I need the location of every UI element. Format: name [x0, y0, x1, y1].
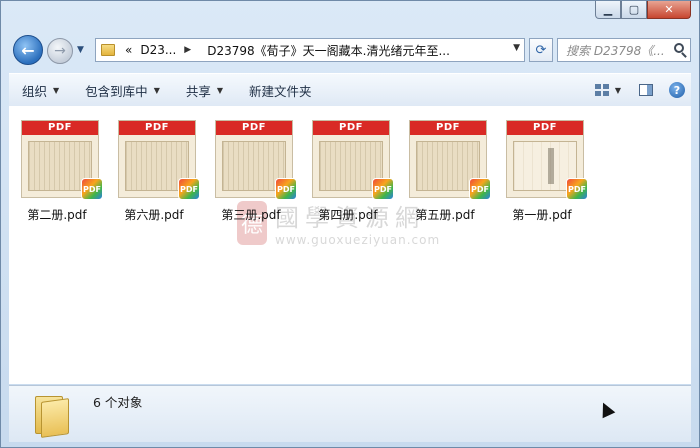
item-count: 6 个对象 [93, 395, 143, 410]
share-menu[interactable]: 共享 ▼ [173, 74, 236, 106]
back-button[interactable]: ← [13, 35, 43, 65]
minimize-button[interactable]: ▁ [595, 1, 621, 19]
folder-icon [31, 394, 71, 438]
caption-buttons: ▁ ▢ ✕ [595, 1, 691, 19]
file-item[interactable]: PDF PDF 第五册.pdf [399, 116, 491, 226]
toolbar-right: ▼ ? [594, 74, 691, 106]
file-item[interactable]: PDF PDF 第六册.pdf [108, 116, 200, 226]
pdf-app-icon: PDF [275, 178, 297, 200]
explorer-window: ▁ ▢ ✕ ← → ▼ « D23... ▶ D23798《荀子》天一阁藏本.清… [0, 0, 700, 448]
file-item[interactable]: PDF PDF 第一册.pdf [496, 116, 588, 226]
file-item[interactable]: PDF PDF 第四册.pdf [302, 116, 394, 226]
chevron-down-icon: ▼ [153, 85, 160, 95]
preview-pane-icon[interactable] [639, 84, 653, 96]
file-name: 第六册.pdf [124, 208, 184, 222]
address-overflow[interactable]: « [125, 43, 132, 57]
close-button[interactable]: ✕ [647, 1, 691, 19]
share-label: 共享 [185, 83, 211, 99]
chevron-down-icon: ▼ [53, 85, 60, 95]
search-input[interactable]: 搜索 D23798《... [566, 42, 670, 59]
file-item[interactable]: PDF PDF 第二册.pdf [11, 116, 103, 226]
pdf-banner: PDF [216, 121, 292, 135]
pdf-app-icon: PDF [81, 178, 103, 200]
folder-icon [101, 44, 115, 56]
view-options-icon[interactable] [594, 84, 609, 96]
file-name: 第五册.pdf [415, 208, 475, 222]
pdf-app-icon: PDF [469, 178, 491, 200]
command-toolbar: 组织 ▼ 包含到库中 ▼ 共享 ▼ 新建文件夹 ▼ ? [9, 73, 691, 107]
watermark-url: www.guoxueziyuan.com [275, 233, 441, 247]
refresh-button[interactable]: ⟳ [529, 38, 553, 62]
pdf-banner: PDF [119, 121, 195, 135]
breadcrumb-parent[interactable]: D23... [140, 43, 176, 57]
help-icon[interactable]: ? [669, 82, 685, 98]
pdf-banner: PDF [22, 121, 98, 135]
pdf-banner: PDF [507, 121, 583, 135]
chevron-down-icon: ▼ [216, 85, 224, 95]
file-list[interactable]: 德 國學資源網 www.guoxueziyuan.com PDF PDF 第二册.p… [9, 106, 691, 384]
pdf-app-icon: PDF [566, 178, 588, 200]
breadcrumb-separator-icon[interactable]: ▶ [184, 45, 191, 55]
file-name: 第二册.pdf [27, 208, 87, 222]
pdf-app-icon: PDF [372, 178, 394, 200]
new-folder-button[interactable]: 新建文件夹 [236, 74, 325, 106]
navigation-bar: ← → ▼ « D23... ▶ D23798《荀子》天一阁藏本.清光绪元年至.… [9, 35, 691, 65]
address-dropdown-icon[interactable]: ▼ [513, 43, 520, 53]
search-box[interactable]: 搜索 D23798《... [557, 38, 691, 62]
include-in-library-menu[interactable]: 包含到库中 ▼ [72, 74, 173, 106]
pdf-banner: PDF [313, 121, 389, 135]
pdf-banner: PDF [410, 121, 486, 135]
organize-label: 组织 [22, 83, 48, 99]
new-folder-label: 新建文件夹 [249, 83, 312, 99]
maximize-button[interactable]: ▢ [621, 1, 647, 19]
chevron-down-icon[interactable]: ▼ [615, 86, 621, 95]
file-item[interactable]: PDF PDF 第三册.pdf [205, 116, 297, 226]
address-bar[interactable]: « D23... ▶ D23798《荀子》天一阁藏本.清光绪元年至... ▼ [95, 38, 525, 62]
breadcrumb-current[interactable]: D23798《荀子》天一阁藏本.清光绪元年至... [207, 42, 450, 59]
forward-button[interactable]: → [47, 38, 73, 64]
file-name: 第三册.pdf [221, 208, 281, 222]
file-name: 第一册.pdf [512, 208, 572, 222]
include-library-label: 包含到库中 [85, 83, 148, 99]
details-pane: 6 个对象 [9, 385, 691, 442]
file-name: 第四册.pdf [318, 208, 378, 222]
organize-menu[interactable]: 组织 ▼ [9, 74, 72, 106]
pdf-app-icon: PDF [178, 178, 200, 200]
recent-pages-chevron-icon[interactable]: ▼ [77, 45, 87, 55]
search-icon[interactable] [674, 43, 684, 53]
